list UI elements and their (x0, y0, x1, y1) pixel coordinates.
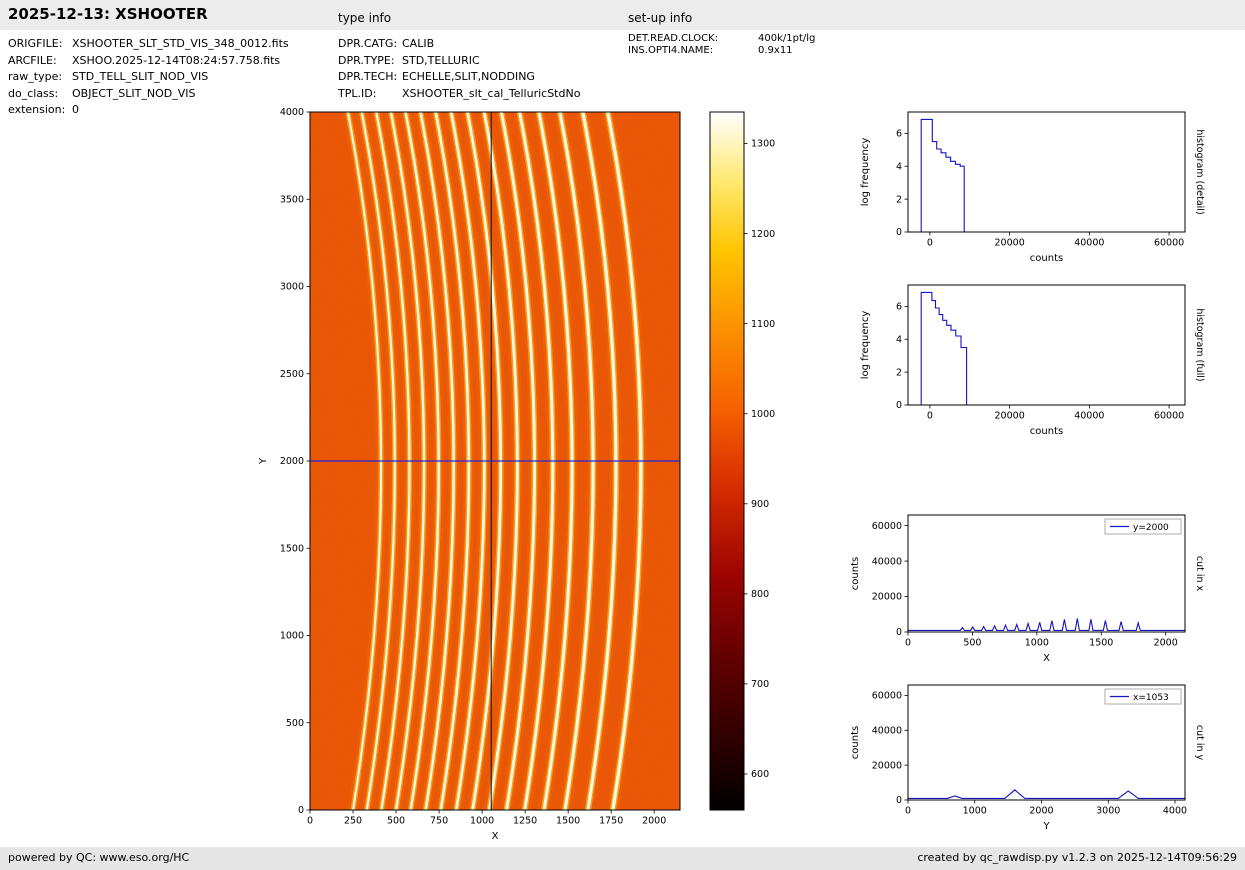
colorbar: 600 700 800 900 1000 1100 1200 1300 (710, 112, 775, 810)
tick-label: counts (1030, 253, 1063, 264)
tick-label: X (492, 831, 499, 842)
right-side-label: histogram (full) (1194, 308, 1205, 381)
legend: x=1053 (1105, 689, 1181, 704)
cut_y-plot (908, 790, 1185, 799)
tick-label: 20000 (872, 760, 902, 771)
tick-label: 1200 (751, 229, 775, 240)
tick-label: 2000 (1154, 638, 1178, 649)
cut_y-axes: 010002000300040000200004000060000Y (872, 685, 1187, 832)
tick-label: 500 (963, 638, 981, 649)
tick-label: 700 (751, 679, 769, 690)
tick-label: 4 (896, 161, 902, 172)
footer-bar: powered by QC: www.eso.org/HC created by… (0, 847, 1245, 870)
tick-label: 0 (927, 411, 933, 422)
cut_x-axes: 05001000150020000200004000060000X (872, 515, 1185, 664)
tick-label: 2500 (280, 369, 304, 380)
tick-label: 600 (751, 769, 769, 780)
y-axis-label: Y (258, 457, 269, 465)
tick-label: 0 (905, 638, 911, 649)
tick-label: 3000 (280, 282, 304, 293)
legend: y=2000 (1105, 519, 1181, 534)
data-series (908, 619, 1185, 631)
data-series (921, 292, 966, 405)
tick-label: 2 (896, 194, 902, 205)
tick-label: 500 (387, 816, 405, 827)
tick-label: 3000 (1096, 806, 1120, 817)
tick-label: 60000 (872, 521, 902, 532)
legend-label: x=1053 (1133, 693, 1169, 703)
tick-label: 1500 (280, 543, 304, 554)
tick-label: 1300 (751, 139, 775, 150)
created-by-text: created by qc_rawdisp.py v1.2.3 on 2025-… (917, 851, 1237, 864)
tick-label: 0 (896, 400, 902, 411)
tick-label: 40000 (1074, 411, 1104, 422)
tick-label: 1100 (751, 319, 775, 330)
tick-label: 2000 (1029, 806, 1053, 817)
tick-label: 2000 (642, 816, 666, 827)
right-side-label: histogram (detail) (1194, 129, 1205, 214)
data-series (921, 119, 964, 232)
tick-label: 2000 (280, 456, 304, 467)
tick-label: 0 (896, 627, 902, 638)
tick-label: 60000 (872, 691, 902, 702)
qc-figure: 0250500750100012501500175020000500100015… (0, 0, 1245, 870)
tick-label: 750 (430, 816, 448, 827)
tick-label: 0 (896, 227, 902, 238)
tick-label: 1000 (470, 816, 494, 827)
y-axis-label: log frequency (860, 138, 871, 207)
hist_detail-plot (921, 119, 964, 232)
tick-label: counts (1030, 426, 1063, 437)
tick-label: 1250 (513, 816, 537, 827)
powered-by-text: powered by QC: www.eso.org/HC (8, 851, 189, 864)
tick-label: 1500 (556, 816, 580, 827)
tick-label: 0 (298, 805, 304, 816)
tick-label: 0 (896, 795, 902, 806)
tick-label: 1000 (1025, 638, 1049, 649)
tick-label: 0 (905, 806, 911, 817)
tick-label: 20000 (872, 592, 902, 603)
tick-label: 0 (927, 238, 933, 249)
tick-label: 1000 (280, 631, 304, 642)
tick-label: 900 (751, 499, 769, 510)
tick-label: 250 (344, 816, 362, 827)
tick-label: 1000 (963, 806, 987, 817)
tick-label: 4000 (280, 107, 304, 118)
data-series (908, 790, 1185, 799)
tick-label: 1000 (751, 409, 775, 420)
tick-label: 60000 (1154, 238, 1184, 249)
y-axis-label: counts (850, 557, 861, 590)
tick-label: 40000 (872, 726, 902, 737)
hist_full-plot (921, 292, 966, 405)
tick-label: 6 (896, 302, 902, 313)
cut_x-plot (908, 619, 1185, 631)
tick-label: X (1043, 653, 1050, 664)
tick-label: 1750 (599, 816, 623, 827)
legend-label: y=2000 (1133, 523, 1169, 533)
tick-label: 4 (896, 334, 902, 345)
y-axis-label: counts (850, 726, 861, 759)
hist_detail-axes: 0 20000 40000 60000 0 2 4 6 counts (896, 112, 1185, 264)
tick-label: 40000 (872, 556, 902, 567)
tick-label: 4000 (1163, 806, 1187, 817)
tick-label: 1500 (1089, 638, 1113, 649)
tick-label: 20000 (995, 411, 1025, 422)
colorbar-gradient (710, 112, 744, 810)
tick-label: 60000 (1154, 411, 1184, 422)
tick-label: Y (1042, 821, 1050, 832)
tick-label: 6 (896, 129, 902, 140)
tick-label: 3500 (280, 194, 304, 205)
y-axis-label: log frequency (860, 311, 871, 380)
tick-label: 40000 (1074, 238, 1104, 249)
tick-label: 0 (307, 816, 313, 827)
tick-label: 20000 (995, 238, 1025, 249)
right-side-label: cut in y (1194, 725, 1205, 761)
tick-label: 2 (896, 367, 902, 378)
tick-label: 500 (286, 718, 304, 729)
tick-label: 800 (751, 589, 769, 600)
right-side-label: cut in x (1194, 556, 1205, 592)
